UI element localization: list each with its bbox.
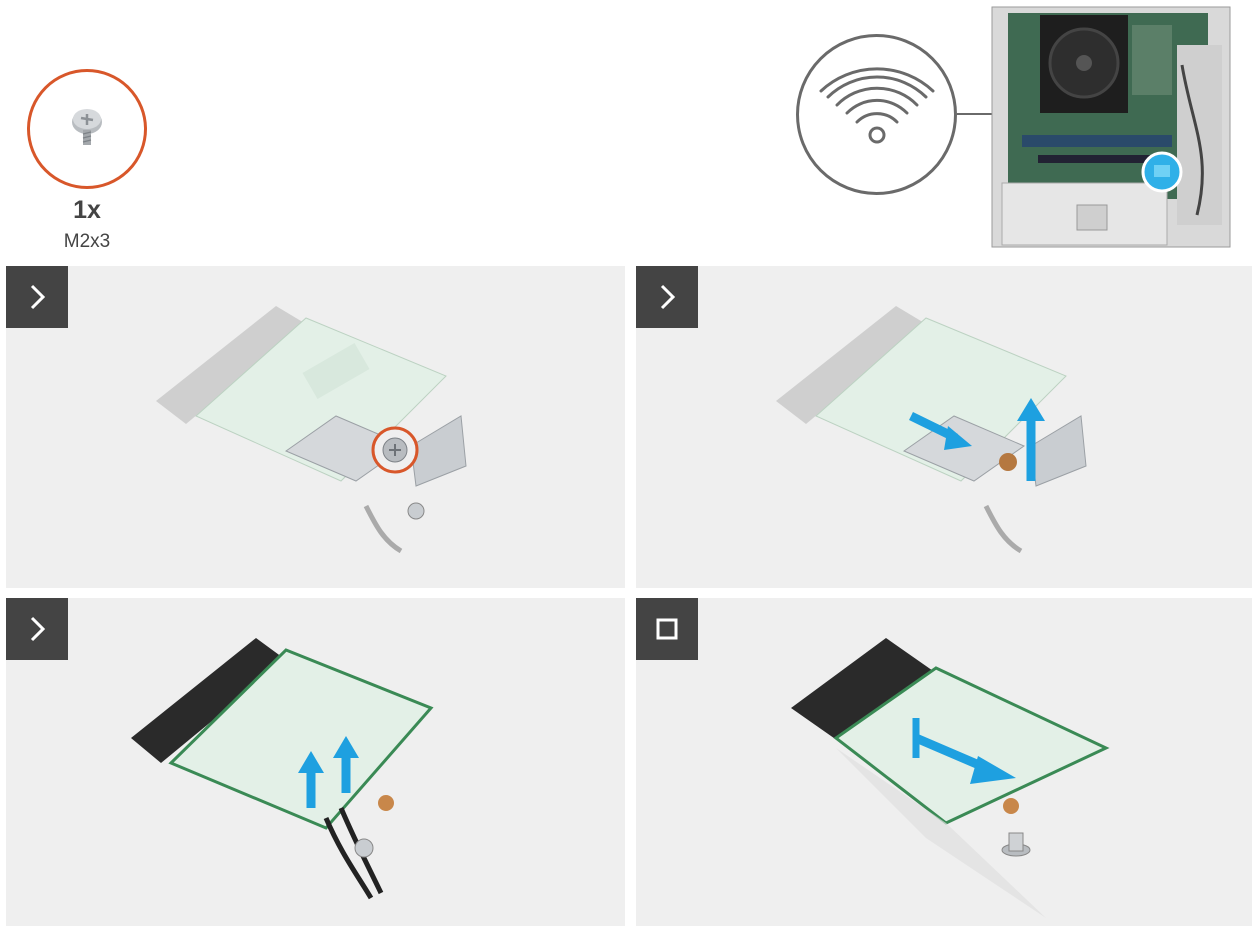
wifi-icon <box>819 67 935 144</box>
screw-quantity: 1x <box>73 196 101 224</box>
wireless-card-removal-illustration <box>791 638 1110 918</box>
step-2-panel <box>636 266 1252 588</box>
screw-badge <box>27 69 147 189</box>
computer-chassis-image <box>991 6 1231 248</box>
antenna-cable-disconnect-illustration <box>131 638 434 900</box>
step-1-panel <box>6 266 625 588</box>
step-4-panel <box>636 598 1252 926</box>
wireless-callout <box>796 34 957 195</box>
step-3-panel <box>6 598 625 926</box>
wireless-bracket-removal-illustration <box>776 306 1087 554</box>
screw-size: M2x3 <box>63 231 111 252</box>
screw-icon <box>72 109 102 145</box>
wireless-card-screw-illustration <box>156 306 467 554</box>
